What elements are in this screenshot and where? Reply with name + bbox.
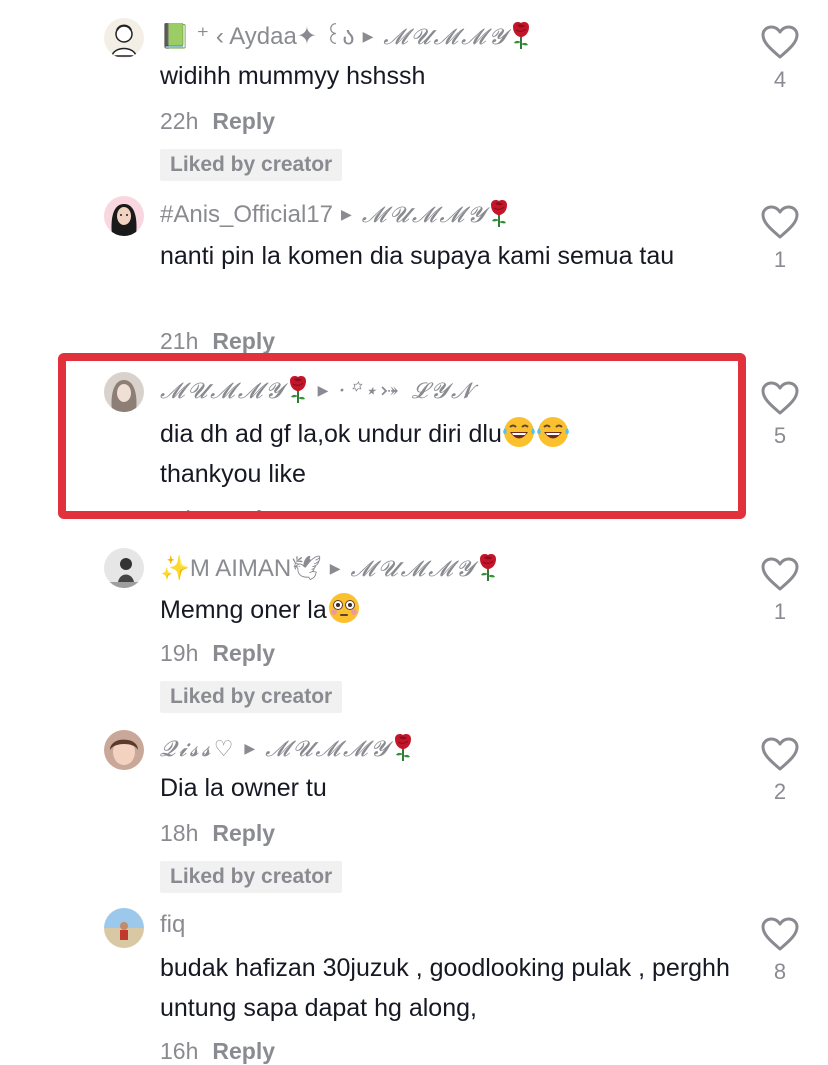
comment-username[interactable]: 📗 ⁺ ‹ Aydaa✦ ꒰ა ▶ 𝓜𝓤𝓜𝓜𝓨 <box>160 20 533 53</box>
play-triangle-icon: ▶ <box>362 28 374 44</box>
like-count: 4 <box>773 67 787 92</box>
comment-text: widihh mummyy hshssh <box>160 62 426 90</box>
comment-time: 18h <box>160 820 199 846</box>
highlight-annotation-box <box>58 353 746 519</box>
comment-text: nanti pin la komen dia supaya kami semua… <box>160 242 675 270</box>
like-control[interactable]: 5 <box>760 380 800 449</box>
comment-text-line: Memng oner la <box>160 596 327 624</box>
like-count: 1 <box>773 599 787 624</box>
rose-emoji-icon <box>391 732 415 762</box>
rose-emoji-icon <box>509 20 533 50</box>
like-control[interactable]: 8 <box>760 916 800 985</box>
username-text[interactable]: #Anis_Official17 <box>160 201 333 228</box>
comment-meta: 21h Reply <box>160 328 275 355</box>
comment-text: budak hafizan 30juzuk , goodlooking pula… <box>160 954 730 1022</box>
reply-button[interactable]: Reply <box>212 1038 275 1064</box>
reply-button[interactable]: Reply <box>212 820 275 846</box>
heart-outline-icon[interactable] <box>760 24 800 60</box>
reply-button[interactable]: Reply <box>212 108 275 134</box>
heart-outline-icon[interactable] <box>760 736 800 772</box>
liked-by-creator-badge: Liked by creator <box>160 861 343 893</box>
comment-username[interactable]: #Anis_Official17 ▶ 𝓜𝓤𝓜𝓜𝓨 <box>160 198 511 231</box>
comment-meta: 19h Reply <box>160 640 275 667</box>
heart-outline-icon[interactable] <box>760 204 800 240</box>
like-control[interactable]: 4 <box>760 24 800 93</box>
comment-meta: 16h Reply <box>160 1038 275 1065</box>
play-triangle-icon: ▶ <box>244 740 256 756</box>
comment-username[interactable]: fiq <box>160 910 185 940</box>
reply-to-username[interactable]: 𝓜𝓤𝓜𝓜𝓨 <box>350 557 476 582</box>
username-text[interactable]: 𝓠𝓲𝓼𝓼♡ <box>160 737 236 762</box>
like-count: 8 <box>773 959 787 984</box>
reply-to-username[interactable]: 𝓜𝓤𝓜𝓜𝓨 <box>383 25 509 50</box>
avatar[interactable] <box>104 18 144 58</box>
heart-outline-icon[interactable] <box>760 916 800 952</box>
comment-meta: 18h Reply <box>160 820 275 847</box>
comment-text: Dia la owner tu <box>160 774 327 802</box>
like-control[interactable]: 1 <box>760 556 800 625</box>
like-count: 2 <box>773 779 787 804</box>
avatar[interactable] <box>104 730 144 770</box>
avatar[interactable] <box>104 548 144 588</box>
avatar[interactable] <box>104 908 144 948</box>
reply-to-username[interactable]: 𝓜𝓤𝓜𝓜𝓨 <box>362 203 488 228</box>
like-control[interactable]: 2 <box>760 736 800 805</box>
like-count: 1 <box>773 247 787 272</box>
reply-button[interactable]: Reply <box>212 328 275 354</box>
rose-emoji-icon <box>487 198 511 228</box>
username-text[interactable]: fiq <box>160 911 185 938</box>
play-triangle-icon: ▶ <box>341 206 352 222</box>
comment-meta: 22h Reply <box>160 108 275 135</box>
comment-username[interactable]: 𝓠𝓲𝓼𝓼♡ ▶ 𝓜𝓤𝓜𝓜𝓨 <box>160 732 415 765</box>
comment-username[interactable]: ✨M AIMAN🕊 ▶ 𝓜𝓤𝓜𝓜𝓨 <box>160 552 500 585</box>
liked-by-creator-badge: Liked by creator <box>160 149 343 181</box>
rose-emoji-icon <box>476 552 500 582</box>
liked-by-creator-badge: Liked by creator <box>160 681 343 713</box>
play-triangle-icon: ▶ <box>329 560 341 576</box>
reply-button[interactable]: Reply <box>212 640 275 666</box>
heart-outline-icon[interactable] <box>760 556 800 592</box>
like-control[interactable]: 1 <box>760 204 800 273</box>
like-count: 5 <box>773 423 787 448</box>
comment-time: 16h <box>160 1038 199 1064</box>
comment-time: 19h <box>160 640 199 666</box>
comment-time: 22h <box>160 108 199 134</box>
reply-to-username[interactable]: 𝓜𝓤𝓜𝓜𝓨 <box>265 737 391 762</box>
flushed-face-emoji <box>327 591 361 625</box>
heart-outline-icon[interactable] <box>760 380 800 416</box>
comment-text: Memng oner la <box>160 590 740 630</box>
comment-time: 21h <box>160 328 199 354</box>
username-text[interactable]: ✨M AIMAN🕊 <box>160 555 322 582</box>
username-text[interactable]: 📗 ⁺ ‹ Aydaa✦ ꒰ა <box>160 23 355 50</box>
avatar[interactable] <box>104 196 144 236</box>
